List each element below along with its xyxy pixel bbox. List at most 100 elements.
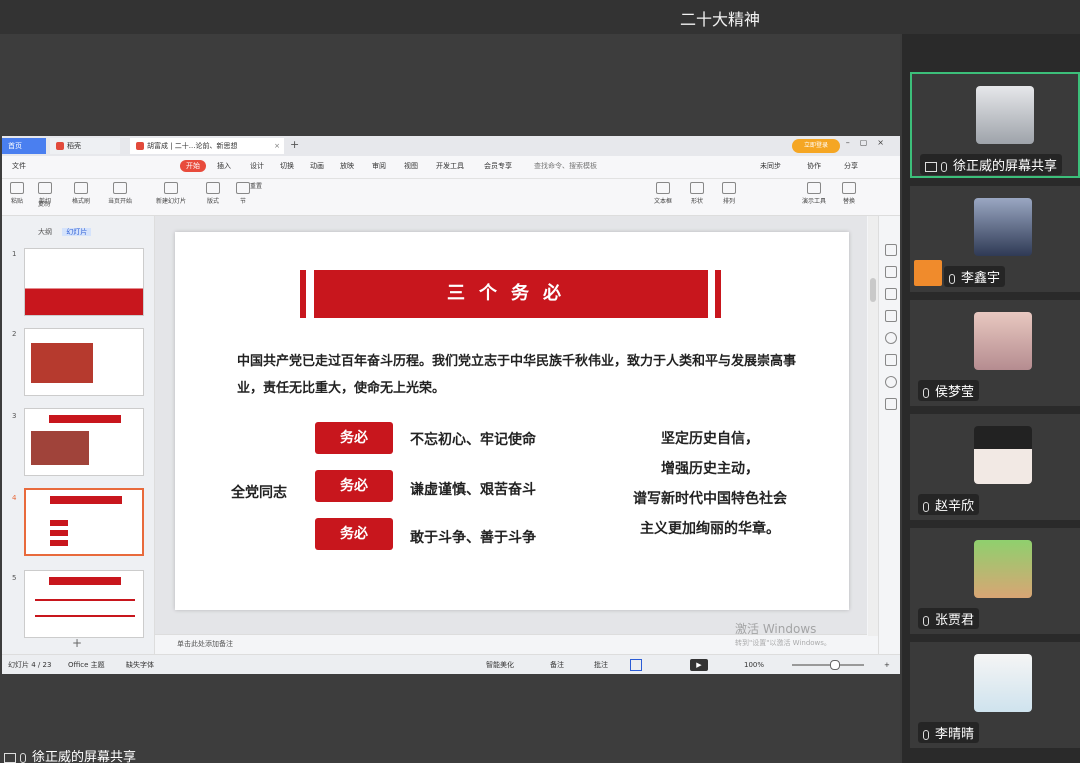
vertical-scrollbar[interactable]: [868, 216, 878, 636]
slide-thumbnail-selected[interactable]: [24, 488, 144, 556]
reset-button[interactable]: 重置: [250, 181, 262, 190]
status-bar: 幻灯片 4 / 23 Office 主题 缺失字体 智能美化 备注 批注 ▶ 1…: [2, 654, 900, 674]
menu-view[interactable]: 视图: [404, 161, 418, 171]
style-icon[interactable]: [885, 244, 897, 256]
menu-insert[interactable]: 插入: [217, 161, 231, 171]
share-button[interactable]: 分享: [844, 161, 858, 171]
mic-icon: [923, 501, 929, 512]
participant-tile[interactable]: 侯梦莹: [910, 300, 1080, 406]
copy-button[interactable]: 复制: [38, 199, 50, 208]
new-tab-button[interactable]: +: [290, 138, 299, 151]
mic-icon: [949, 273, 955, 284]
close-icon[interactable]: ×: [274, 138, 280, 154]
menu-vip[interactable]: 会员专享: [484, 161, 512, 171]
menu-devtools[interactable]: 开发工具: [436, 161, 464, 171]
tab-outline[interactable]: 大纲: [38, 228, 52, 236]
participant-name: 李鑫宇: [944, 266, 1006, 287]
tab-document[interactable]: 胡富成 | 二十...论前、新思想 ×: [130, 138, 284, 154]
participant-tile[interactable]: 李晴晴: [910, 642, 1080, 748]
avatar: [974, 540, 1032, 598]
must-text-2: 谦虚谨慎、艰苦奋斗: [410, 482, 536, 498]
notes-placeholder: 单击此处添加备注: [177, 640, 233, 648]
copy-icon[interactable]: [885, 310, 897, 322]
paste-button[interactable]: 粘贴: [10, 182, 24, 205]
intro-paragraph: 中国共产党已走过百年奋斗历程。我们党立志于中华民族千秋伟业，致力于人类和平与发展…: [237, 354, 797, 396]
zoom-slider-thumb[interactable]: [830, 660, 840, 670]
slide-thumbnail[interactable]: [24, 408, 144, 476]
play-icon[interactable]: ▶: [690, 659, 708, 671]
comments-toggle[interactable]: 批注: [594, 655, 608, 674]
presentation-tools-button[interactable]: 演示工具: [802, 182, 826, 205]
menu-start[interactable]: 开始: [180, 160, 206, 172]
image-icon[interactable]: [885, 354, 897, 366]
slide-thumbnail[interactable]: [24, 570, 144, 638]
layout-button[interactable]: 版式: [206, 182, 220, 205]
theme-label: Office 主题: [68, 661, 105, 669]
mic-icon: [941, 161, 947, 172]
zoom-in-button[interactable]: +: [884, 655, 890, 674]
pin-icon[interactable]: [885, 288, 897, 300]
participant-tile[interactable]: 徐正威的屏幕共享: [910, 72, 1080, 178]
tab-slides[interactable]: 幻灯片: [62, 228, 92, 236]
arrange-button[interactable]: 排列: [722, 182, 736, 205]
slide-thumbnail[interactable]: [24, 248, 144, 316]
format-painter-button[interactable]: 格式刷: [72, 182, 90, 205]
command-search[interactable]: 查找命令、搜索模板: [534, 161, 597, 171]
participant-tile[interactable]: 李鑫宇: [910, 186, 1080, 292]
new-slide-button[interactable]: 新建幻灯片: [156, 182, 186, 205]
host-icon: [914, 260, 942, 286]
avatar: [974, 312, 1032, 370]
section-button[interactable]: 节: [236, 182, 250, 205]
daoke-icon: [56, 142, 64, 150]
screen-share-icon: [925, 161, 937, 172]
slide-canvas: 三个务必 中国共产党已走过百年奋斗历程。我们党立志于中华民族千秋伟业，致力于人类…: [155, 216, 867, 634]
meeting-top-bar: 二十大精神: [0, 0, 1080, 34]
must-badge-1: 务必: [315, 422, 393, 454]
normal-view-icon[interactable]: [630, 659, 642, 671]
participant-tile[interactable]: 张贾君: [910, 528, 1080, 634]
zoom-level: 100%: [744, 661, 765, 669]
replace-button[interactable]: 替换: [842, 182, 856, 205]
missing-font-button[interactable]: 缺失字体: [126, 655, 154, 674]
menu-transition[interactable]: 切换: [280, 161, 294, 171]
ribbon-toolbar: 粘贴 剪切 复制 格式刷 当页开始 新建幻灯片 版式 节 重置 文本框 形状 排…: [2, 179, 900, 216]
slide-counter: 幻灯片 4 / 23: [8, 661, 52, 669]
menu-slideshow[interactable]: 放映: [340, 161, 354, 171]
zoom-slider[interactable]: [792, 664, 864, 666]
slide-thumbnail[interactable]: [24, 328, 144, 396]
export-icon[interactable]: [885, 398, 897, 410]
menu-file[interactable]: 文件: [12, 161, 26, 171]
participant-name: 张贾君: [918, 608, 980, 629]
smart-beautify-button[interactable]: 智能美化: [486, 655, 514, 674]
location-icon[interactable]: [885, 376, 897, 388]
mic-icon: [20, 752, 26, 763]
window-controls[interactable]: –▢×: [846, 138, 894, 147]
participant-tile[interactable]: 赵辛欣: [910, 414, 1080, 520]
settings-icon[interactable]: [885, 266, 897, 278]
right-text-line: 增强历史主动，: [661, 461, 759, 477]
menu-review[interactable]: 审阅: [372, 161, 386, 171]
tab-daoke[interactable]: 稻壳: [50, 138, 120, 154]
login-button[interactable]: 立即登录: [792, 139, 840, 153]
right-text-line: 主义更加绚丽的华章。: [640, 521, 780, 537]
collab-button[interactable]: 协作: [807, 161, 821, 171]
right-tool-rail: [878, 216, 900, 654]
avatar: [976, 86, 1034, 144]
menu-bar: 文件 开始 插入 设计 切换 动画 放映 审阅 视图 开发工具 会员专享 查找命…: [2, 156, 900, 179]
menu-design[interactable]: 设计: [250, 161, 264, 171]
wps-tab-bar: 首页 稻壳 胡富成 | 二十...论前、新思想 × + 立即登录 –▢×: [2, 136, 900, 156]
tab-home[interactable]: 首页: [2, 138, 46, 154]
play-current-button[interactable]: 当页开始: [108, 182, 132, 205]
add-slide-button[interactable]: +: [72, 636, 82, 650]
slide: 三个务必 中国共产党已走过百年奋斗历程。我们党立志于中华民族千秋伟业，致力于人类…: [175, 232, 849, 610]
sync-status[interactable]: 未同步: [760, 161, 781, 171]
notes-toggle[interactable]: 备注: [550, 655, 564, 674]
shape-button[interactable]: 形状: [690, 182, 704, 205]
help-icon[interactable]: [885, 332, 897, 344]
thumb-number: 1: [12, 250, 17, 258]
menu-animation[interactable]: 动画: [310, 161, 324, 171]
thumb-number: 4: [12, 494, 17, 502]
textbox-button[interactable]: 文本框: [654, 182, 672, 205]
right-text-line: 坚定历史自信，: [661, 431, 759, 447]
avatar: [974, 426, 1032, 484]
